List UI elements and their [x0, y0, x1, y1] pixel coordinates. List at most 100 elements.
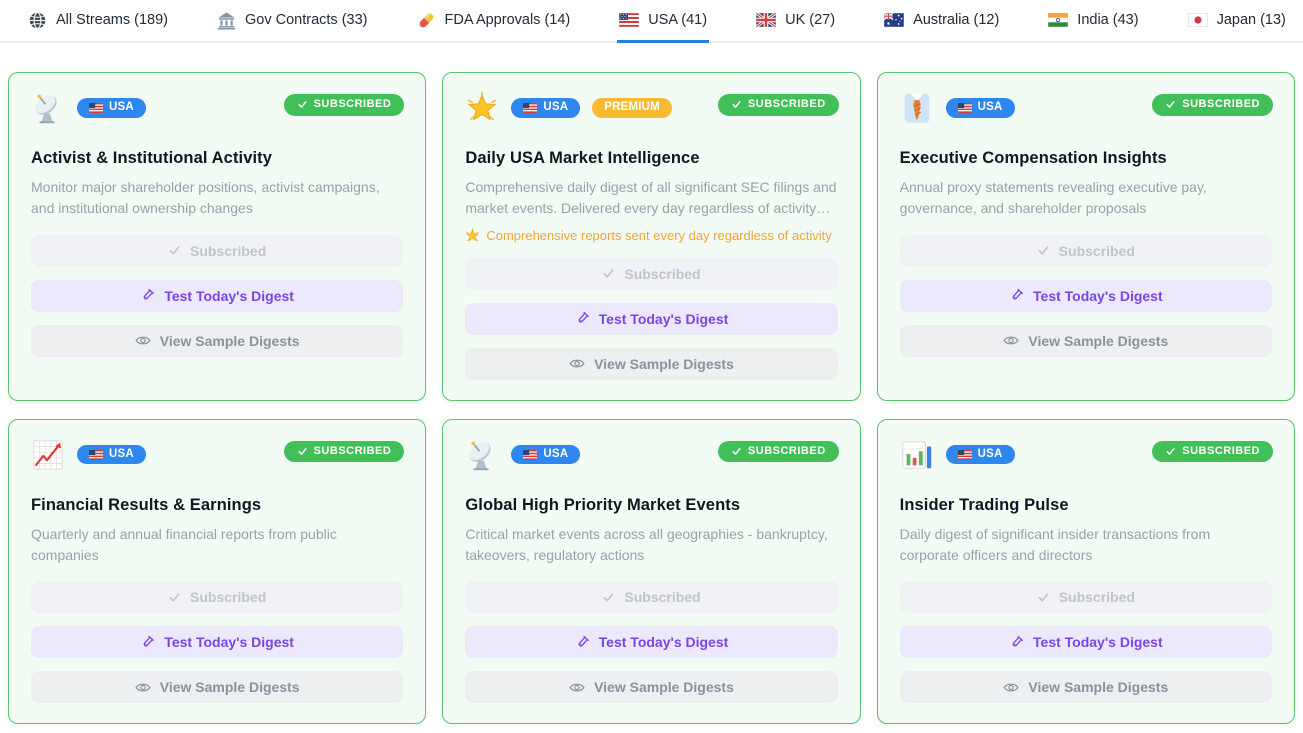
- eye-icon: [1003, 681, 1019, 694]
- subscribed-button[interactable]: Subscribed: [31, 581, 403, 613]
- card-title: Activist & Institutional Activity: [31, 149, 403, 168]
- stream-filter-tabbar: All Streams (189) Gov Contracts (33) FDA…: [0, 0, 1303, 43]
- eye-icon: [135, 681, 151, 694]
- view-samples-button[interactable]: View Sample Digests: [31, 325, 403, 357]
- test-digest-button[interactable]: Test Today's Digest: [900, 626, 1272, 658]
- tab-india[interactable]: India (43): [1046, 0, 1140, 43]
- subscribed-button[interactable]: Subscribed: [900, 581, 1272, 613]
- check-icon: [168, 591, 181, 604]
- premium-badge: PREMIUM: [592, 98, 672, 118]
- card-title: Global High Priority Market Events: [465, 496, 837, 515]
- glowing-star-icon: [465, 91, 499, 125]
- card-title: Financial Results & Earnings: [31, 496, 403, 515]
- tab-gov-contracts[interactable]: Gov Contracts (33): [215, 0, 370, 43]
- tab-japan[interactable]: Japan (13): [1186, 0, 1288, 43]
- view-samples-button[interactable]: View Sample Digests: [465, 348, 837, 380]
- test-digest-button[interactable]: Test Today's Digest: [900, 280, 1272, 312]
- subscribed-status-badge: SUBSCRIBED: [718, 94, 839, 116]
- check-icon: [1037, 591, 1050, 604]
- card-description: Monitor major shareholder positions, act…: [31, 177, 403, 220]
- usa-country-badge: USA: [511, 98, 580, 118]
- test-digest-button[interactable]: Test Today's Digest: [465, 303, 837, 335]
- view-samples-button[interactable]: View Sample Digests: [900, 325, 1272, 357]
- tab-all-streams[interactable]: All Streams (189): [26, 0, 170, 43]
- view-samples-button[interactable]: View Sample Digests: [465, 671, 837, 703]
- check-icon: [731, 99, 742, 110]
- usa-country-badge: USA: [77, 98, 146, 118]
- tab-label: Japan (13): [1217, 12, 1286, 28]
- stream-card-activist-institutional: SUBSCRIBED USA Activist & Institutional …: [8, 72, 426, 401]
- australia-flag-icon: [884, 13, 904, 27]
- stream-card-grid: SUBSCRIBED USA Activist & Institutional …: [8, 72, 1295, 724]
- subscribed-button[interactable]: Subscribed: [465, 258, 837, 290]
- bank-icon: [217, 11, 236, 30]
- card-title: Executive Compensation Insights: [900, 149, 1272, 168]
- test-digest-button[interactable]: Test Today's Digest: [465, 626, 837, 658]
- usa-flag-icon: [89, 450, 103, 460]
- tab-australia[interactable]: Australia (12): [882, 0, 1001, 43]
- daily-delivery-note: Comprehensive reports sent every day reg…: [465, 228, 837, 243]
- test-tube-icon: [140, 635, 155, 650]
- usa-flag-icon: [619, 13, 639, 27]
- usa-flag-icon: [89, 103, 103, 113]
- check-icon: [297, 99, 308, 110]
- card-description: Comprehensive daily digest of all signif…: [465, 177, 837, 220]
- tab-usa[interactable]: USA (41): [617, 0, 709, 43]
- view-samples-button[interactable]: View Sample Digests: [31, 671, 403, 703]
- japan-flag-icon: [1188, 13, 1208, 27]
- subscribed-button[interactable]: Subscribed: [900, 235, 1272, 267]
- check-icon: [297, 446, 308, 457]
- subscribed-status-badge: SUBSCRIBED: [1152, 441, 1273, 463]
- test-tube-icon: [575, 635, 590, 650]
- stream-card-financial-results: SUBSCRIBED USA Financial Results & Earni…: [8, 419, 426, 725]
- card-description: Quarterly and annual financial reports f…: [31, 524, 403, 567]
- chart-increasing-icon: [31, 438, 65, 472]
- usa-country-badge: USA: [946, 98, 1015, 118]
- subscribed-status-badge: SUBSCRIBED: [718, 441, 839, 463]
- usa-flag-icon: [958, 450, 972, 460]
- check-icon: [731, 446, 742, 457]
- stream-card-executive-compensation: SUBSCRIBED USA Executive Compensation In…: [877, 72, 1295, 401]
- test-tube-icon: [1009, 288, 1024, 303]
- test-tube-icon: [575, 311, 590, 326]
- test-tube-icon: [140, 288, 155, 303]
- usa-country-badge: USA: [77, 445, 146, 465]
- usa-country-badge: USA: [946, 445, 1015, 465]
- tab-label: Australia (12): [913, 12, 999, 28]
- subscribed-status-badge: SUBSCRIBED: [284, 94, 405, 116]
- test-digest-button[interactable]: Test Today's Digest: [31, 626, 403, 658]
- stream-card-daily-usa-intelligence: SUBSCRIBED USA PREMIUM Daily USA Market …: [442, 72, 860, 401]
- globe-icon: [28, 11, 47, 30]
- usa-flag-icon: [958, 103, 972, 113]
- card-description: Annual proxy statements revealing execut…: [900, 177, 1272, 220]
- pill-icon: [417, 11, 436, 30]
- necktie-icon: [900, 91, 934, 125]
- subscribed-button[interactable]: Subscribed: [31, 235, 403, 267]
- eye-icon: [1003, 334, 1019, 347]
- test-digest-button[interactable]: Test Today's Digest: [31, 280, 403, 312]
- tab-label: India (43): [1077, 12, 1138, 28]
- stream-card-insider-trading: SUBSCRIBED USA Insider Trading Pulse Dai…: [877, 419, 1295, 725]
- satellite-dish-icon: [465, 438, 499, 472]
- check-icon: [1165, 99, 1176, 110]
- satellite-dish-icon: [31, 91, 65, 125]
- check-icon: [602, 267, 615, 280]
- tab-fda-approvals[interactable]: FDA Approvals (14): [415, 0, 573, 43]
- uk-flag-icon: [756, 13, 776, 27]
- card-description: Daily digest of significant insider tran…: [900, 524, 1272, 567]
- test-tube-icon: [1009, 635, 1024, 650]
- bar-chart-icon: [900, 438, 934, 472]
- tab-label: UK (27): [785, 12, 835, 28]
- tab-label: Gov Contracts (33): [245, 12, 368, 28]
- tab-label: USA (41): [648, 12, 707, 28]
- subscribed-button[interactable]: Subscribed: [465, 581, 837, 613]
- subscribed-status-badge: SUBSCRIBED: [1152, 94, 1273, 116]
- check-icon: [602, 591, 615, 604]
- stream-card-global-high-priority: SUBSCRIBED USA Global High Priority Mark…: [442, 419, 860, 725]
- check-icon: [1165, 446, 1176, 457]
- eye-icon: [569, 681, 585, 694]
- view-samples-button[interactable]: View Sample Digests: [900, 671, 1272, 703]
- tab-uk[interactable]: UK (27): [754, 0, 837, 43]
- tab-label: FDA Approvals (14): [445, 12, 571, 28]
- eye-icon: [135, 334, 151, 347]
